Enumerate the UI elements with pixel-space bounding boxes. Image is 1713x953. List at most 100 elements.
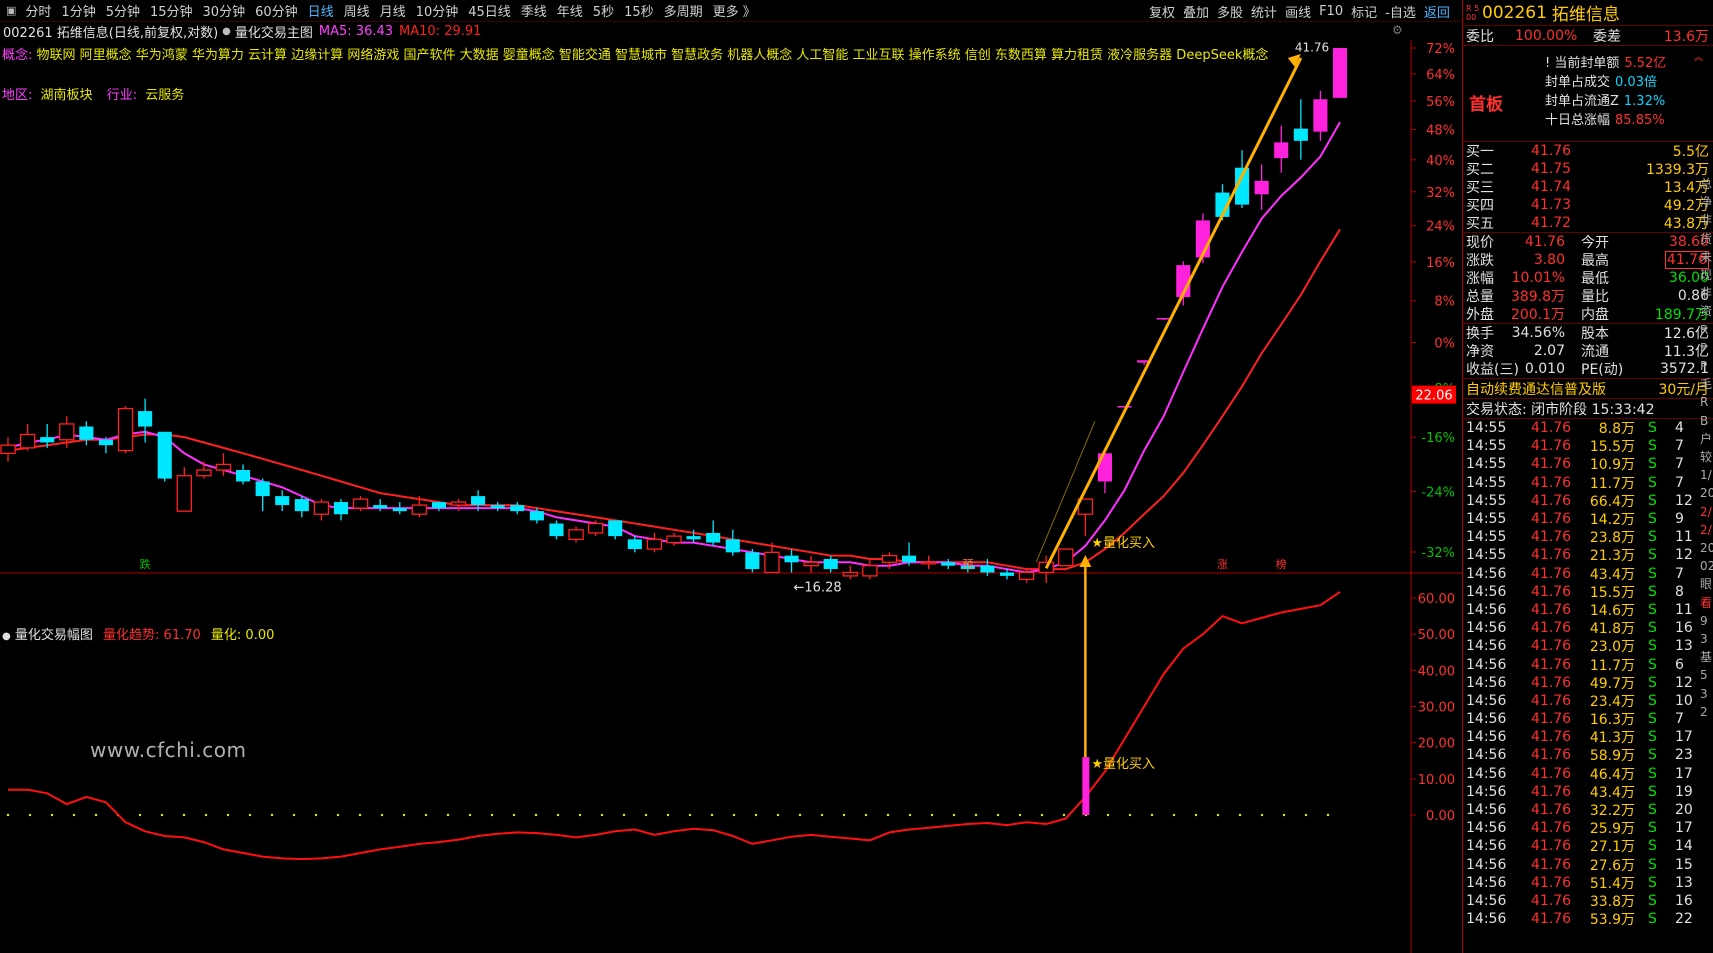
tick-row: 14:56 41.76 41.3万 S 17: [1463, 728, 1713, 746]
menu-icon[interactable]: ▣: [6, 4, 16, 17]
price-tag-label: 22.06: [1415, 389, 1452, 404]
bid-row: 买三 41.74 13.4万: [1463, 178, 1713, 196]
zero-dot: [622, 813, 626, 817]
tick-price: 41.76: [1531, 674, 1572, 691]
period-tab[interactable]: 周线: [339, 1, 375, 20]
period-tab[interactable]: 15秒: [619, 1, 659, 20]
more-periods-button[interactable]: 更多 》: [708, 1, 761, 20]
period-tab[interactable]: 10分钟: [411, 1, 464, 20]
kline-chart[interactable]: 72%64%56%48%40%32%24%16%8%0%-8%-16%-24%-…: [0, 40, 1462, 953]
tick-side: S: [1648, 438, 1657, 455]
ma5-line: [7, 121, 1341, 574]
quote-label: 流通: [1581, 344, 1609, 360]
period-tab[interactable]: 5分钟: [101, 1, 145, 20]
tick-count: 14: [1675, 838, 1693, 855]
tick-side: S: [1648, 802, 1657, 819]
tick-price: 41.76: [1531, 783, 1572, 800]
candle: [19, 423, 36, 451]
period-tab[interactable]: 45日线: [463, 1, 516, 20]
status-row: 交易状态: 闭市阶段 15:33:42: [1463, 399, 1713, 419]
tick-time: 14:56: [1466, 820, 1507, 837]
zero-dot: [160, 813, 164, 817]
chart-header: 002261 拓维信息(日线,前复权,对数) ● 量化交易主图 MA5: 36.…: [0, 22, 481, 41]
tick-side: S: [1648, 420, 1657, 437]
period-tab[interactable]: 5秒: [588, 1, 619, 20]
y-tick-label: 56%: [1426, 95, 1455, 110]
tick-side: S: [1648, 674, 1657, 691]
zero-dot: [226, 813, 230, 817]
event-marker[interactable]: 榜: [1276, 557, 1287, 571]
tool-button[interactable]: 标记: [1347, 2, 1381, 21]
trend-value: 量化趋势: 61.70: [103, 628, 201, 643]
tick-row: 14:56 41.76 49.7万 S 12: [1463, 674, 1713, 692]
tick-count: 7: [1675, 474, 1684, 491]
trade-status: 交易状态: 闭市阶段 15:33:42: [1466, 401, 1655, 418]
y-tick-label: 64%: [1426, 68, 1455, 83]
candle: [803, 555, 819, 573]
edge-char: 看: [1700, 595, 1713, 610]
indicator-name[interactable]: 量化交易主图: [235, 22, 313, 41]
weicha-value: 13.6万: [1663, 28, 1709, 45]
period-tab[interactable]: 60分钟: [250, 1, 303, 20]
promo-row[interactable]: 自动续费通达信普及版 30元/月: [1463, 379, 1713, 399]
tool-button[interactable]: 返回: [1420, 2, 1454, 21]
collapse-icon[interactable]: ︽: [1694, 50, 1703, 63]
tick-row: 14:55 41.76 11.7万 S 7: [1463, 474, 1713, 492]
tool-button[interactable]: 叠加: [1179, 2, 1213, 21]
seal-stat: 封单占成交 0.03倍: [1545, 71, 1657, 90]
settings-gear-icon[interactable]: ⚙: [1392, 23, 1403, 37]
tick-row: 14:56 41.76 53.9万 S 22: [1463, 910, 1713, 928]
quote-value: 3.80: [1533, 252, 1565, 268]
edge-char: 20: [1700, 541, 1713, 556]
tick-side: S: [1648, 474, 1657, 491]
period-tab[interactable]: 月线: [375, 1, 411, 20]
tick-time: 14:56: [1466, 856, 1507, 873]
promo-text[interactable]: 自动续费通达信普及版: [1466, 379, 1606, 399]
period-tab[interactable]: 多周期: [659, 1, 708, 20]
chart-tools: 复权 叠加 多股 统计 画线 F10 标记 -自选 返回: [1145, 0, 1454, 22]
period-tab[interactable]: 季线: [516, 1, 552, 20]
period-tab[interactable]: 15分钟: [145, 1, 198, 20]
period-tab[interactable]: 1分钟: [56, 1, 100, 20]
indicator-dropdown-icon[interactable]: ●: [222, 26, 231, 37]
sub-dropdown-icon[interactable]: ●: [2, 631, 11, 642]
candle: [823, 555, 838, 573]
tick-side: S: [1648, 820, 1657, 837]
candle: [784, 549, 799, 573]
candle: [1313, 90, 1328, 141]
tool-button[interactable]: 多股: [1213, 2, 1247, 21]
tick-time: 14:56: [1466, 656, 1507, 673]
event-marker[interactable]: 涨: [1217, 558, 1228, 571]
buy-signal-sub: ★量化买入: [1091, 757, 1155, 772]
candle: [176, 467, 192, 512]
tool-button[interactable]: -自选: [1381, 2, 1420, 21]
weibi-label: 委比: [1466, 28, 1494, 45]
buy-signal-arrowhead: [1079, 555, 1092, 568]
tick-price: 41.76: [1531, 874, 1572, 891]
tool-button[interactable]: 画线: [1281, 2, 1315, 21]
tick-price: 41.76: [1531, 620, 1572, 637]
event-marker[interactable]: 跌: [140, 557, 151, 571]
tick-time: 14:56: [1466, 565, 1507, 582]
tool-button[interactable]: 统计: [1247, 2, 1281, 21]
period-tab[interactable]: 年线: [552, 1, 588, 20]
zero-dot: [358, 813, 362, 817]
period-tab[interactable]: 分时: [20, 1, 56, 20]
candle: [862, 558, 878, 580]
period-tab[interactable]: 日线: [303, 1, 339, 20]
tick-volume: 8.8万: [1598, 421, 1635, 438]
tick-price: 41.76: [1531, 747, 1572, 764]
seal-stat: 十日总涨幅 85.85%: [1545, 109, 1665, 128]
tick-row: 14:55 41.76 8.8万 S 4: [1463, 419, 1713, 437]
zero-dot: [446, 813, 450, 817]
tick-price: 41.76: [1531, 583, 1572, 600]
zero-dot: [1150, 813, 1154, 817]
zero-dot: [270, 813, 274, 817]
tool-button[interactable]: 复权: [1145, 2, 1179, 21]
tick-time: 14:56: [1466, 620, 1507, 637]
tick-price: 41.76: [1531, 856, 1572, 873]
tool-button[interactable]: F10: [1315, 4, 1347, 19]
y-tick-label: -16%: [1421, 431, 1455, 446]
event-marker[interactable]: 预: [962, 558, 973, 571]
period-tab[interactable]: 30分钟: [198, 1, 251, 20]
